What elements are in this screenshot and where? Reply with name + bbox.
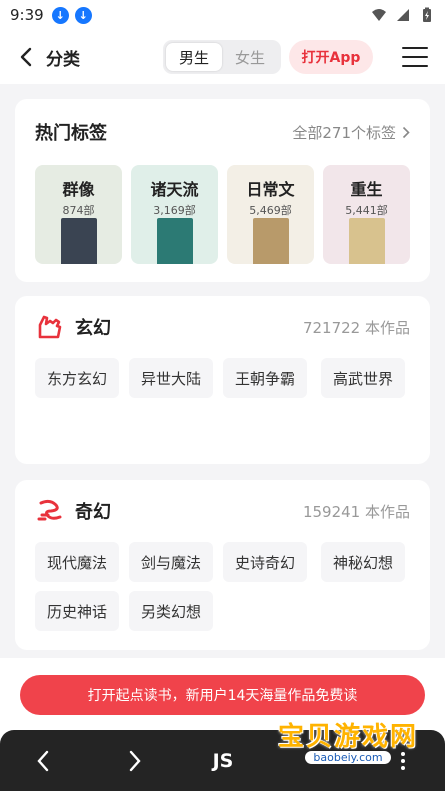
watermark-logo: 宝贝游戏网 baobeiy.com: [268, 700, 428, 780]
subgenre-chip[interactable]: 王朝争霸: [223, 358, 308, 398]
javascript-toggle-button[interactable]: JS: [205, 748, 241, 774]
genre-name: 奇幻: [75, 502, 111, 523]
subgenre-chip[interactable]: 历史神话: [35, 591, 120, 631]
page-title: 分类: [46, 49, 80, 70]
menu-icon-line: [402, 65, 428, 67]
book-cover: [60, 218, 97, 264]
hot-tag-name: 日常文: [246, 180, 295, 199]
download-notification-icon: ↓: [74, 6, 92, 24]
genre-header[interactable]: 玄幻 721722 本作品: [15, 296, 430, 358]
subgenre-chip[interactable]: 史诗奇幻: [223, 542, 308, 582]
chevron-right-icon: [129, 750, 141, 772]
hot-tag-count: 3,169部: [153, 204, 196, 217]
app-header: 分类 男生 女生 打开App: [0, 30, 445, 84]
hot-tag-tile[interactable]: 重生 5,441部: [323, 165, 410, 264]
hot-tags-title: 热门标签: [35, 123, 107, 144]
open-app-button[interactable]: 打开App: [289, 40, 373, 74]
hot-tag-count: 5,441部: [345, 204, 388, 217]
hot-tag-count: 5,469部: [249, 204, 292, 217]
back-button[interactable]: [12, 43, 40, 71]
tab-female[interactable]: 女生: [222, 43, 278, 71]
hot-tag-name: 诸天流: [150, 180, 199, 199]
subgenre-chip[interactable]: 高武世界: [321, 358, 406, 398]
book-cover: [252, 218, 289, 264]
genre-work-count: 159241 本作品: [302, 502, 410, 521]
gender-toggle: 男生 女生: [163, 40, 281, 74]
watermark-text: 宝贝游戏网: [277, 722, 418, 752]
chevron-right-icon: [402, 126, 410, 138]
genre-work-count: 721722 本作品: [302, 318, 410, 337]
wifi-icon: [372, 9, 386, 21]
menu-button[interactable]: [402, 44, 428, 70]
hot-tag-tile[interactable]: 群像 874部: [35, 165, 122, 264]
subgenre-chip[interactable]: 另类幻想: [129, 591, 214, 631]
book-cover: [348, 218, 385, 264]
all-tags-label: 全部271个标签: [292, 123, 396, 142]
fantasy-hand-icon: [35, 312, 65, 342]
subgenre-chip[interactable]: 异世大陆: [129, 358, 214, 398]
subgenre-chip[interactable]: 剑与魔法: [129, 542, 214, 582]
tab-male[interactable]: 男生: [166, 43, 222, 71]
subgenre-chip[interactable]: 神秘幻想: [321, 542, 406, 582]
genre-card: 玄幻 721722 本作品 东方玄幻 异世大陆 王朝争霸 高武世界: [15, 296, 430, 464]
genre-header[interactable]: 奇幻 159241 本作品: [15, 480, 430, 542]
watermark-domain: baobeiy.com: [305, 751, 391, 764]
browser-forward-button[interactable]: [122, 748, 148, 774]
book-cover: [156, 218, 193, 264]
js-label: JS: [212, 750, 234, 772]
hot-tags-card: 热门标签 全部271个标签 群像 874部 诸天流 3,169部 日常文 5,4…: [15, 99, 430, 282]
genre-name: 玄幻: [75, 318, 111, 339]
chevron-left-icon: [20, 47, 32, 67]
magic-swirl-icon: [35, 496, 65, 526]
menu-icon-line: [402, 56, 428, 58]
hot-tag-tile[interactable]: 诸天流 3,169部: [131, 165, 218, 264]
hot-tag-tile[interactable]: 日常文 5,469部: [227, 165, 314, 264]
all-tags-link[interactable]: 全部271个标签: [292, 122, 410, 143]
hot-tag-count: 874部: [62, 204, 95, 217]
hot-tag-name: 群像: [62, 180, 95, 199]
status-time: 9:39: [10, 6, 44, 24]
hot-tag-name: 重生: [350, 180, 383, 199]
browser-back-button[interactable]: [30, 748, 56, 774]
chevron-left-icon: [37, 750, 49, 772]
subgenre-chip[interactable]: 东方玄幻: [35, 358, 120, 398]
battery-icon: [423, 7, 431, 22]
menu-icon-line: [402, 47, 428, 49]
subgenre-chip[interactable]: 现代魔法: [35, 542, 120, 582]
signal-icon: [397, 9, 409, 21]
genre-card: 奇幻 159241 本作品 现代魔法 剑与魔法 史诗奇幻 神秘幻想 历史神话 另…: [15, 480, 430, 650]
download-notification-icon: ↓: [51, 6, 69, 24]
status-bar: 9:39 ↓ ↓: [0, 0, 445, 30]
